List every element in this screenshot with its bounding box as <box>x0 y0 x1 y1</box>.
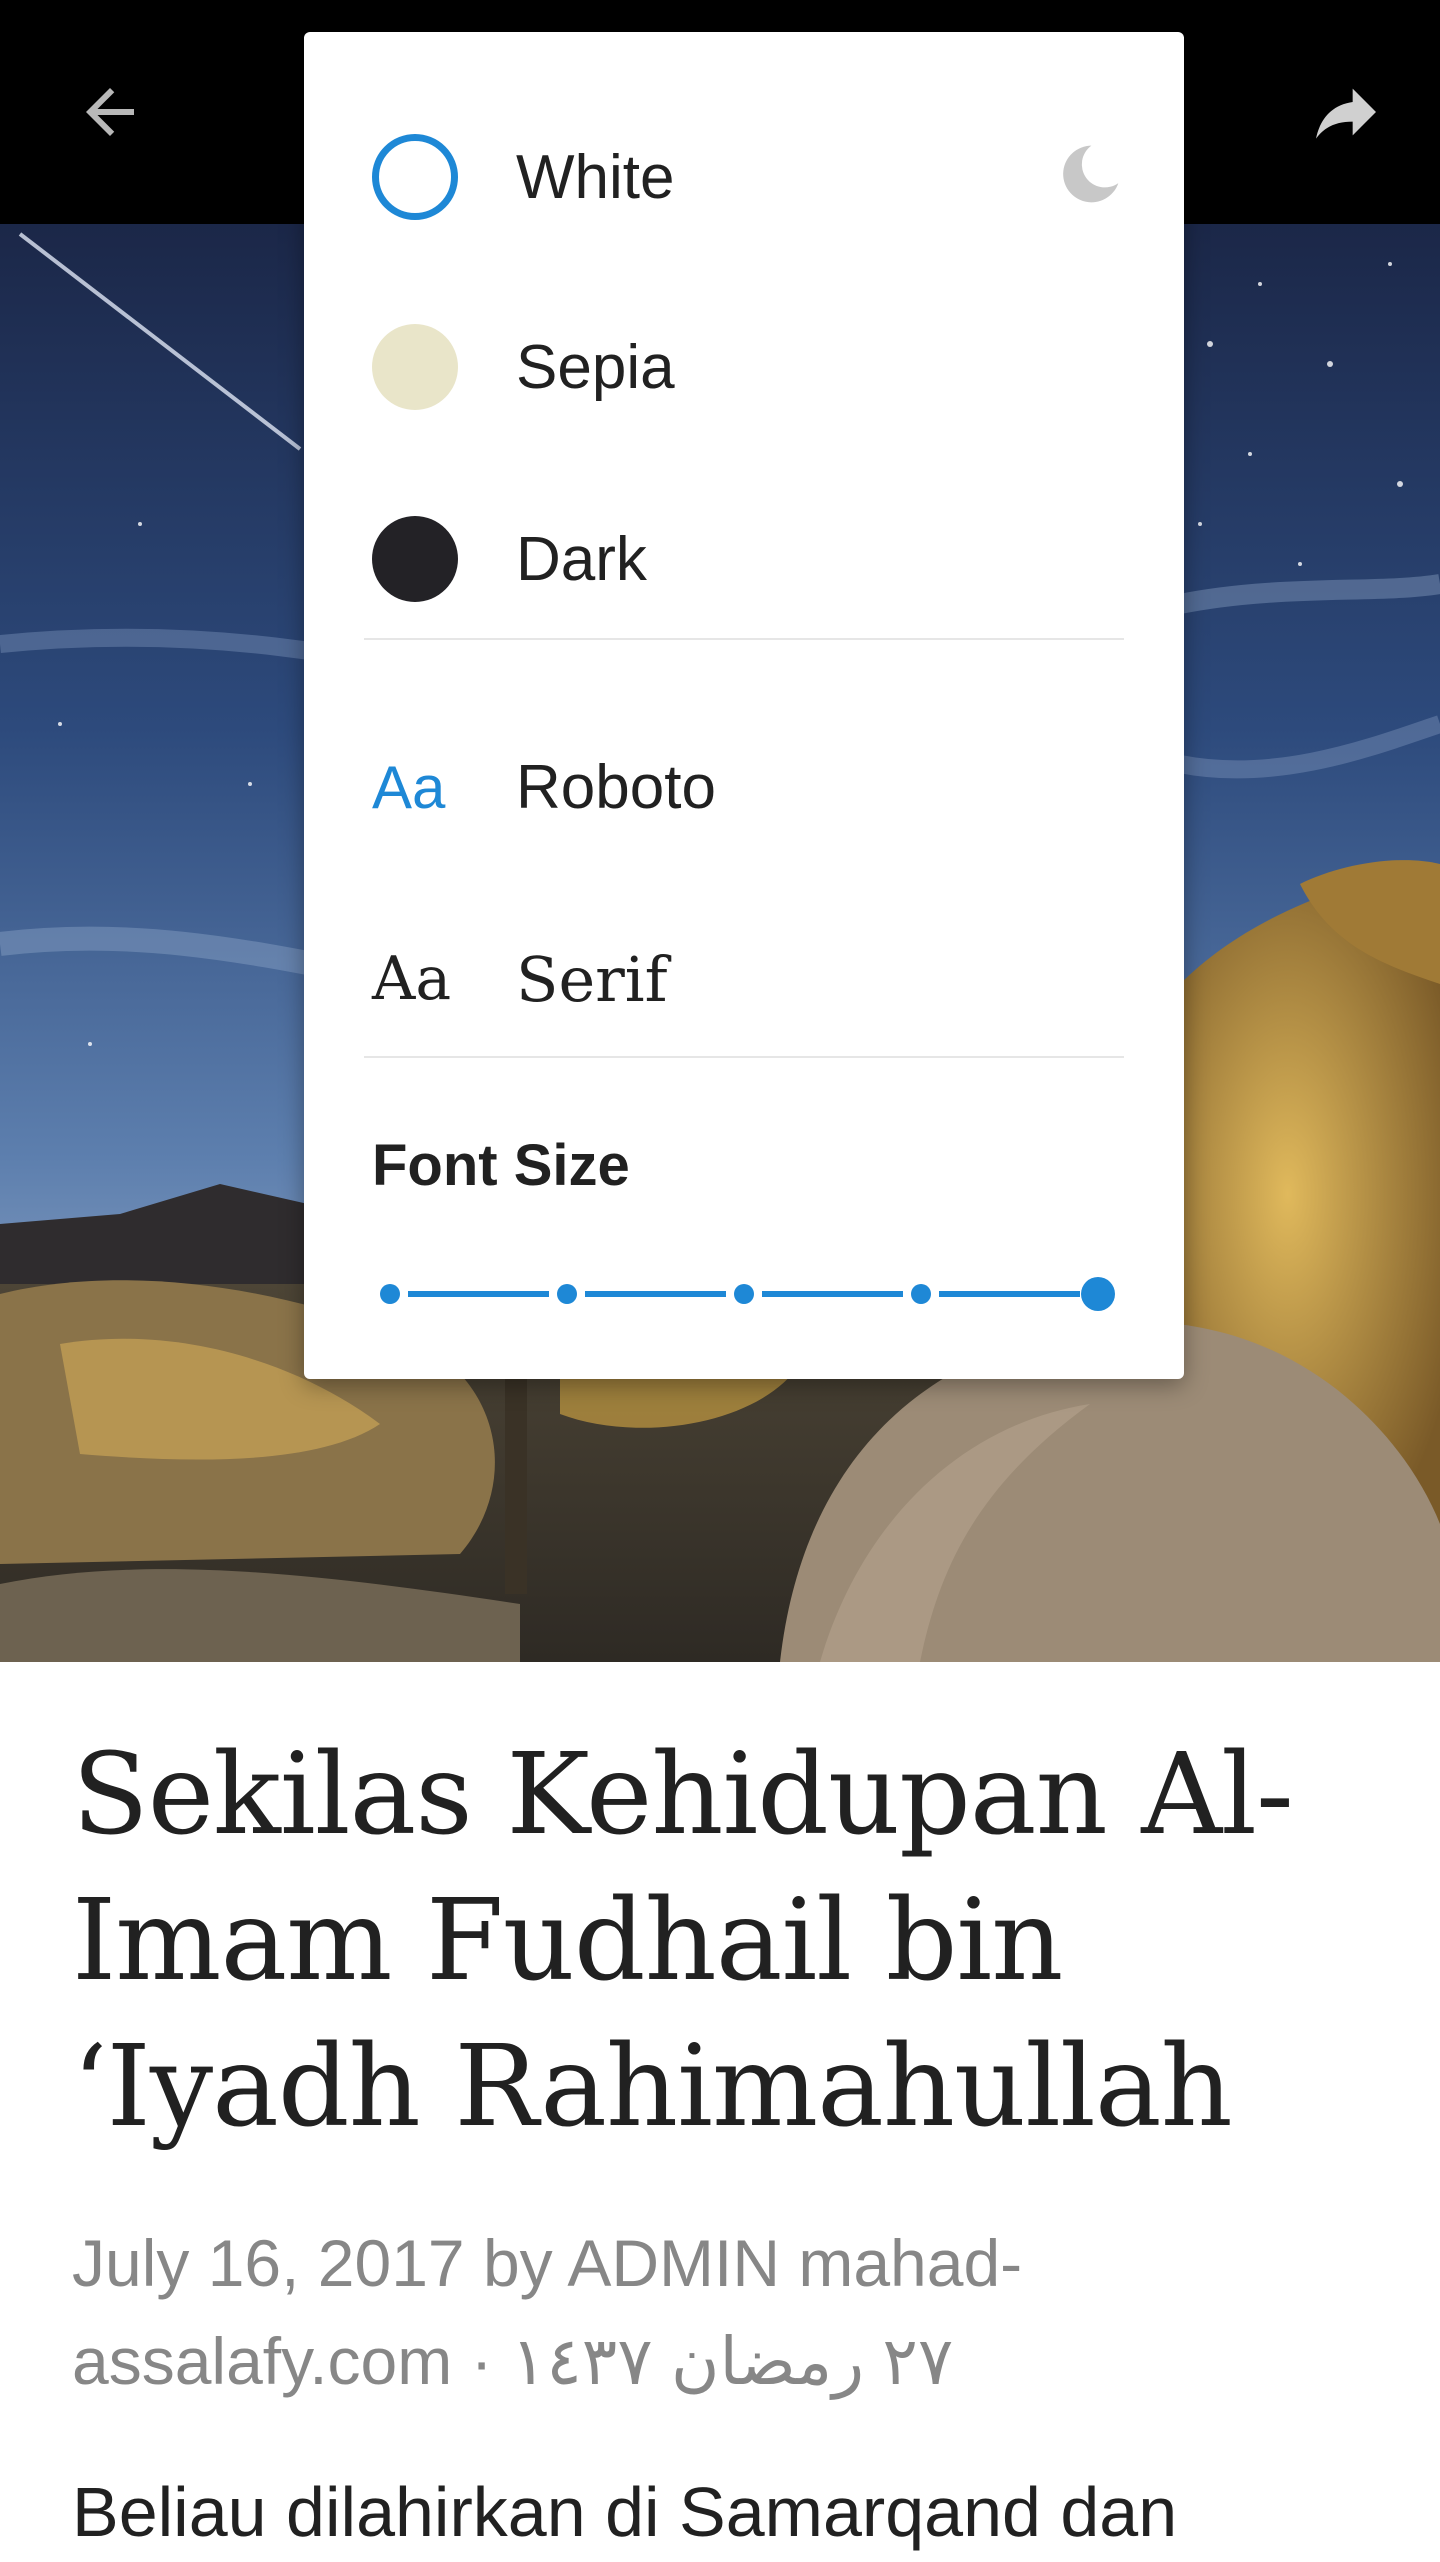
sepia-theme-swatch <box>372 324 458 410</box>
moon-icon[interactable] <box>1056 140 1124 208</box>
divider <box>364 1056 1124 1058</box>
theme-option-sepia[interactable]: Sepia <box>304 292 1184 442</box>
font-label-serif: Serif <box>516 942 668 1016</box>
back-button[interactable] <box>50 52 170 172</box>
slider-step-dot[interactable] <box>380 1284 400 1304</box>
article-meta-line: assalafy.com · ٢٧ رمضان ١٤٣٧ <box>72 2324 954 2398</box>
font-sample-roboto: Aa <box>372 753 446 821</box>
slider-step-dot[interactable] <box>911 1284 931 1304</box>
font-label-roboto: Roboto <box>516 752 716 822</box>
font-size-slider[interactable] <box>372 1272 1116 1316</box>
white-theme-swatch <box>372 134 458 220</box>
theme-label-sepia: Sepia <box>516 332 675 402</box>
reader-settings-menu: White Sepia Dark Aa Roboto Aa Serif Font… <box>304 32 1184 1379</box>
theme-label-white: White <box>516 142 675 212</box>
article-meta-line: July 16, 2017 by ADMIN mahad- <box>72 2226 1023 2300</box>
divider <box>364 638 1124 640</box>
slider-step-dot[interactable] <box>734 1284 754 1304</box>
arrow-left-icon <box>86 88 134 136</box>
font-option-roboto[interactable]: Aa Roboto <box>304 712 1184 862</box>
article-meta: July 16, 2017 by ADMIN mahad- assalafy.c… <box>72 2214 1372 2410</box>
share-button[interactable] <box>1286 52 1406 172</box>
article-title-line: Sekilas Kehidupan Al- <box>72 1730 1294 1860</box>
font-sample-serif: Aa <box>372 944 452 1014</box>
article-title-line: ‘Iyadh Rahimahullah <box>72 2022 1233 2152</box>
dark-theme-swatch <box>372 516 458 602</box>
font-size-label: Font Size <box>372 1133 630 1198</box>
article-title-line: Imam Fudhail bin <box>72 1876 1063 2006</box>
article-body-text: Beliau dilahirkan di Samarqand dan <box>72 2473 1178 2551</box>
theme-label-dark: Dark <box>516 524 647 594</box>
font-option-serif[interactable]: Aa Serif <box>304 904 1184 1054</box>
article-title: Sekilas Kehidupan Al- Imam Fudhail bin ‘… <box>72 1722 1372 2160</box>
slider-step-dot[interactable] <box>557 1284 577 1304</box>
theme-option-white[interactable]: White <box>304 102 1184 252</box>
share-arrow-icon <box>1316 88 1376 139</box>
theme-option-dark[interactable]: Dark <box>304 484 1184 634</box>
slider-thumb[interactable] <box>1081 1277 1115 1311</box>
